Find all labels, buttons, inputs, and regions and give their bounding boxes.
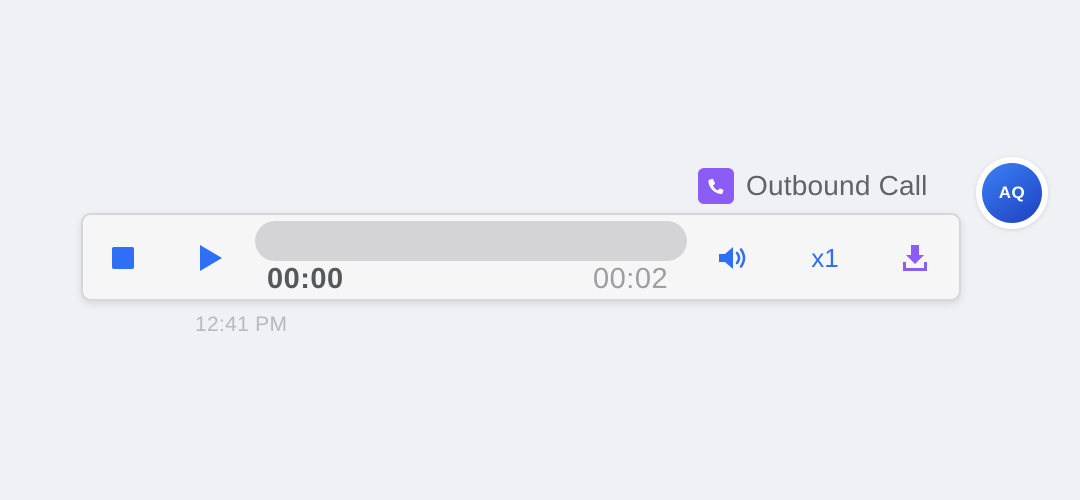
play-button[interactable]: [193, 241, 227, 275]
playback-speed-button[interactable]: x1: [801, 239, 849, 277]
message-timestamp: 12:41 PM: [195, 313, 288, 336]
download-button[interactable]: [895, 240, 935, 276]
current-time: 00:00: [267, 263, 344, 295]
avatar-initials: AQ: [982, 163, 1042, 223]
stop-button[interactable]: [109, 244, 137, 272]
call-header: Outbound Call: [698, 166, 928, 206]
volume-icon: [719, 247, 746, 269]
audio-player: 00:00 00:02 x1: [81, 213, 961, 301]
progress-bar[interactable]: [255, 221, 687, 261]
volume-button[interactable]: [713, 241, 753, 275]
play-icon: [200, 245, 222, 271]
download-icon: [903, 245, 927, 271]
avatar[interactable]: AQ: [976, 157, 1048, 229]
stop-icon: [112, 247, 134, 269]
phone-icon: [698, 168, 734, 204]
total-duration: 00:02: [593, 263, 669, 295]
chat-area: Outbound Call AQ 00:00 00:02 x1 12:41 PM: [0, 0, 1080, 500]
call-type-label: Outbound Call: [746, 170, 928, 201]
